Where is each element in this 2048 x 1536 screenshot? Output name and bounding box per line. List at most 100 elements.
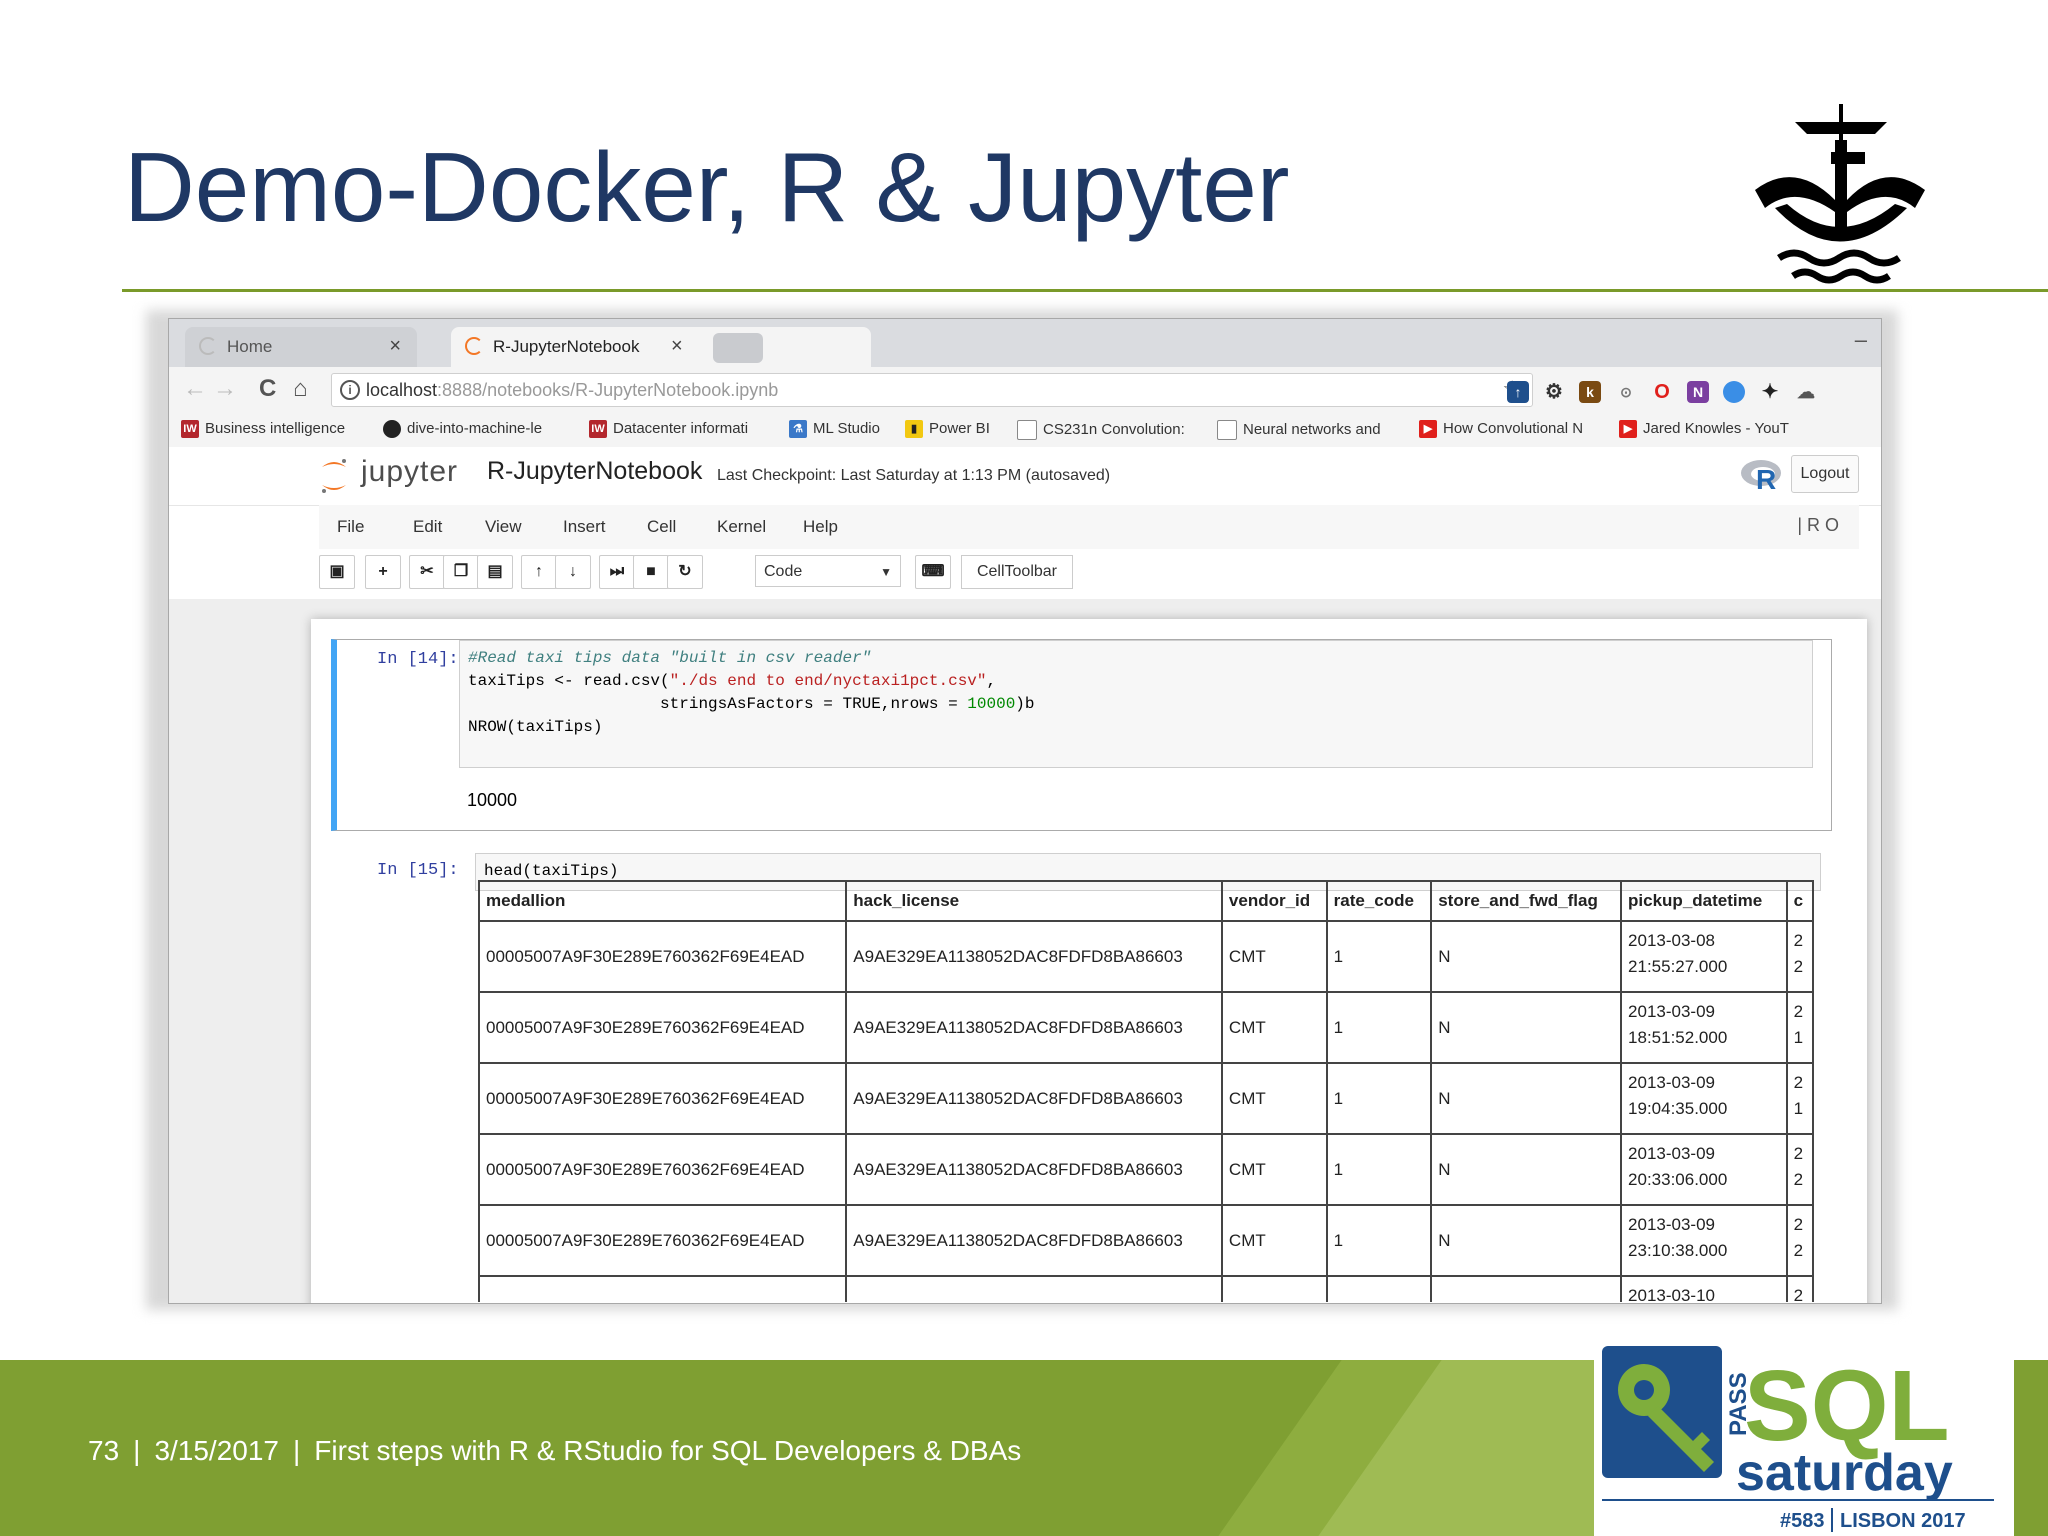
pickup-time: 21:55:27.000 [1628,957,1728,976]
cell-type-select[interactable]: Code ▼ [755,555,901,587]
extension-icon[interactable]: ⊙ [1615,381,1637,403]
table-row: 00005007A9F30E289E760362F69E4EADA9AE329E… [478,1062,1814,1135]
jupyter-wordmark[interactable]: jupyter [361,455,458,489]
hack-license-cell: A9AE329EA1138052DAC8FDFD8BA86603 [845,1275,1223,1302]
medallion-cell: 00005007A9F30E289E760362F69E4EAD [478,1062,848,1135]
menu-kernel[interactable]: Kernel [717,517,766,537]
restart-icon[interactable]: ↻ [667,555,703,589]
tab-home[interactable]: Home × [185,327,417,367]
cell-toolbar-button[interactable]: CellToolbar [961,555,1073,589]
close-tab-icon[interactable]: × [671,335,683,358]
forward-icon[interactable]: → [213,375,237,403]
bookmark-item[interactable]: dive-into-machine-le [383,420,542,439]
slide-number: 73 [88,1435,120,1466]
vendor-id-cell: CMT [1220,1204,1328,1277]
bookmark-item[interactable]: ▮ Power BI [905,420,990,439]
new-tab-button[interactable] [713,333,763,363]
truncated-cell: 2C [1785,1275,1814,1302]
opera-icon[interactable]: O [1651,381,1673,403]
minimize-button[interactable]: – [1855,327,1867,353]
extension-icon[interactable] [1723,381,1745,403]
hack-license-cell: A9AE329EA1138052DAC8FDFD8BA86603 [845,1133,1223,1206]
bookmark-item[interactable]: IW Datacenter informati [589,420,748,439]
cut-icon[interactable]: ✂ [409,555,445,589]
pickup-date: 2013-03-09 [1628,1144,1715,1163]
menu-insert[interactable]: Insert [563,517,606,537]
extension-icon[interactable]: ✦ [1759,381,1781,403]
vendor-id-cell: CMT [1220,1062,1328,1135]
column-header: rate_code [1325,880,1433,922]
address-bar[interactable]: i localhost:8888/notebooks/R-JupyterNote… [331,373,1533,407]
logout-button[interactable]: Logout [1791,455,1859,493]
column-header: medallion [478,880,848,922]
move-up-icon[interactable]: ↑ [521,555,557,589]
tab-home-label: Home [227,337,273,356]
medallion-cell: 00005007A9F30E289E760362F69E4EAD [478,991,848,1064]
truncated-cell: 22 [1785,1133,1814,1206]
reload-icon[interactable]: C [259,375,276,403]
menu-view[interactable]: View [485,517,522,537]
menu-help[interactable]: Help [803,517,838,537]
save-icon[interactable]: ▣ [319,555,355,589]
tab-notebook[interactable]: R-JupyterNotebook × [451,327,871,367]
hack-license-cell: A9AE329EA1138052DAC8FDFD8BA86603 [845,1062,1223,1135]
truncated-value: 2 [1793,957,1804,976]
bookmark-item[interactable]: ▶ Jared Knowles - YouT [1619,420,1789,439]
run-icon[interactable]: ⏭ [599,555,635,589]
menu-file[interactable]: File [337,517,364,537]
github-icon [383,420,401,439]
extension-icon[interactable]: ↑ [1507,381,1529,403]
tab-strip: Home × R-JupyterNotebook × – [169,319,1881,367]
notebook-name[interactable]: R-JupyterNotebook [487,457,702,486]
medallion-cell: 00005007A9F30E289E760362F69E4EAD [478,1204,848,1277]
table-row: 00005007A9F30E289E760362F69E4EADA9AE329E… [478,1275,1814,1302]
pickup-date: 2013-03-09 [1628,1215,1715,1234]
menu-edit[interactable]: Edit [413,517,442,537]
back-icon[interactable]: ← [183,375,207,403]
bookmark-icon: IW [589,420,607,439]
bookmark-item[interactable]: IW Business intelligence [181,420,345,439]
medallion-cell: 00005007A9F30E289E760362F69E4EAD [478,1133,848,1206]
add-cell-icon[interactable]: + [365,555,401,589]
tab-notebook-label: R-JupyterNotebook [493,337,640,356]
pickup-datetime-cell: 2013-03-08 21:55:27.000 [1620,920,1788,993]
youtube-icon: ▶ [1419,420,1437,439]
output-table: medallion hack_license vendor_id rate_co… [478,880,1814,1302]
close-tab-icon[interactable]: × [389,335,401,358]
cell-prompt: In [15]: [377,861,459,880]
bookmark-item[interactable]: ▶ How Convolutional N [1419,420,1583,439]
svg-text:R: R [1756,464,1776,493]
code-cell-selected[interactable]: In [14]: #Read taxi tips data "built in … [331,639,1832,831]
code-editor[interactable]: #Read taxi tips data "built in csv reade… [459,640,1813,768]
store-fwd-flag-cell: N [1430,991,1623,1064]
truncated-cell: 21 [1785,991,1814,1064]
pickup-date: 2013-03-08 [1628,931,1715,950]
medallion-cell: 00005007A9F30E289E760362F69E4EAD [478,920,848,993]
anchor-logo-icon [1755,104,1925,284]
bookmark-item[interactable]: ⚗ ML Studio [789,420,880,439]
bookmark-item[interactable]: CS231n Convolution: [1017,420,1185,440]
truncated-value: 1 [1793,1028,1804,1047]
truncated-value: 2 [1793,1073,1804,1092]
bookmark-item[interactable]: Neural networks and [1217,420,1381,440]
output-table-viewport: medallion hack_license vendor_id rate_co… [478,880,1814,1302]
onenote-icon[interactable]: N [1687,381,1709,403]
copy-icon[interactable]: ❐ [443,555,479,589]
vendor-id-cell: CMT [1220,1133,1328,1206]
pickup-date: 2013-03-09 [1628,1073,1715,1092]
info-icon[interactable]: i [340,380,360,400]
stop-icon[interactable]: ■ [633,555,669,589]
vendor-id-cell: CMT [1220,991,1328,1064]
jupyter-tab-icon [199,337,217,355]
paste-icon[interactable]: ▤ [477,555,513,589]
home-icon[interactable]: ⌂ [293,375,308,403]
truncated-cell: 21 [1785,1062,1814,1135]
keyboard-icon[interactable]: ⌨ [915,555,951,589]
extension-icon[interactable]: k [1579,381,1601,403]
menu-cell[interactable]: Cell [647,517,676,537]
medallion-cell: 00005007A9F30E289E760362F69E4EAD [478,1275,848,1302]
gear-icon[interactable]: ⚙ [1543,381,1565,403]
extension-icon[interactable]: ☁ [1795,381,1817,403]
move-down-icon[interactable]: ↓ [555,555,591,589]
truncated-value: 2 [1793,1002,1804,1021]
